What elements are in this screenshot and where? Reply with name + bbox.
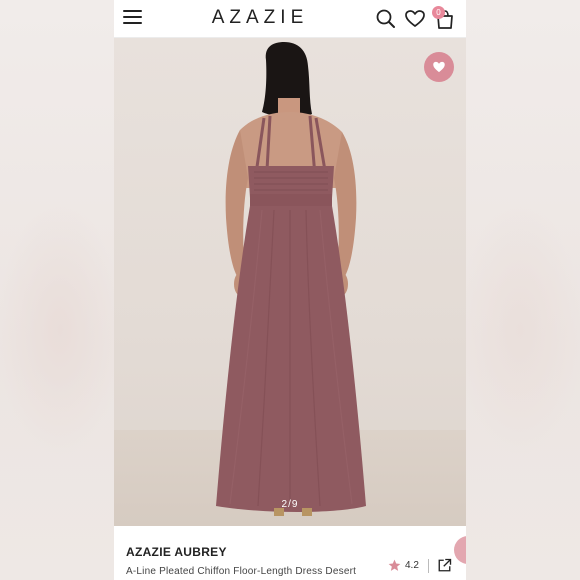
rating-value[interactable]: 4.2 xyxy=(405,560,419,571)
share-icon[interactable] xyxy=(437,558,452,573)
star-icon xyxy=(388,559,401,571)
search-icon[interactable] xyxy=(375,8,397,30)
image-counter: 2/9 xyxy=(281,499,299,510)
rating-share-box: 4.2 xyxy=(384,555,458,577)
heart-icon xyxy=(433,61,445,73)
menu-icon[interactable] xyxy=(123,10,142,26)
model-photo xyxy=(216,42,366,516)
top-navigation-bar: AZAZIE 0 xyxy=(114,0,466,38)
product-subtitle: A-Line Pleated Chiffon Floor-Length Dres… xyxy=(126,566,357,577)
brand-logo[interactable]: AZAZIE xyxy=(198,7,322,29)
product-title[interactable]: AZAZIE AUBREY xyxy=(126,545,227,559)
wishlist-button[interactable] xyxy=(424,52,454,82)
product-image-gallery[interactable]: 2/9 xyxy=(114,38,466,526)
cart-count-badge: 0 xyxy=(432,6,445,19)
app-screen: AZAZIE 0 2/9 AZAZIE AUBREY A-Line Pleate… xyxy=(114,0,466,580)
product-info: AZAZIE AUBREY A-Line Pleated Chiffon Flo… xyxy=(114,527,466,580)
heart-icon[interactable] xyxy=(404,8,426,30)
divider xyxy=(428,559,429,573)
